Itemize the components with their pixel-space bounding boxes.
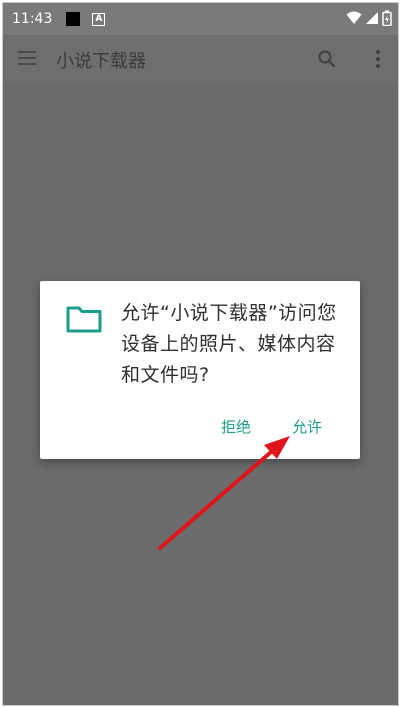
status-icons bbox=[346, 10, 392, 26]
wifi-icon bbox=[346, 11, 362, 24]
app-title: 小说下载器 bbox=[56, 51, 146, 72]
status-time: 11:43 bbox=[12, 11, 53, 27]
notification-icon bbox=[66, 12, 81, 26]
permission-dialog: 允许“小说下载器”访问您设备上的照片、媒体内容和文件吗? 拒绝 允许 bbox=[40, 281, 360, 459]
folder-icon bbox=[66, 306, 102, 333]
deny-button[interactable]: 拒绝 bbox=[221, 416, 251, 437]
status-bar: 11:43 A bbox=[3, 3, 398, 35]
battery-icon bbox=[382, 10, 392, 26]
signal-icon bbox=[366, 12, 378, 24]
notification-badge: A bbox=[92, 12, 106, 26]
search-icon[interactable] bbox=[317, 49, 337, 69]
app-bar: 小说下载器 bbox=[3, 35, 398, 83]
menu-icon[interactable] bbox=[18, 51, 36, 65]
allow-button[interactable]: 允许 bbox=[292, 416, 322, 437]
dialog-message: 允许“小说下载器”访问您设备上的照片、媒体内容和文件吗? bbox=[121, 302, 337, 386]
more-vert-icon[interactable] bbox=[374, 49, 382, 69]
